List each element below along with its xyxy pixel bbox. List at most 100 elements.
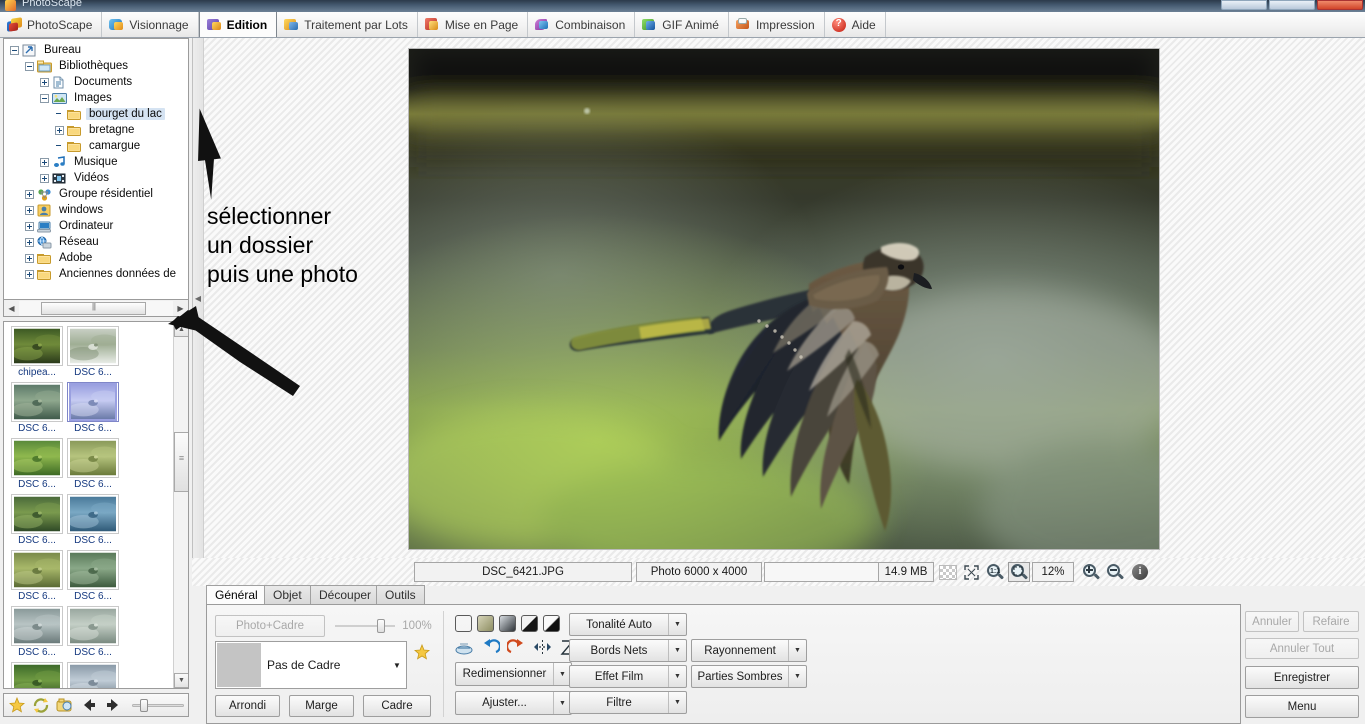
tab-general[interactable]: Général [206, 585, 267, 605]
tree-node[interactable]: bretagne [4, 122, 188, 138]
camera-icon[interactable] [56, 696, 74, 714]
tree-node[interactable]: Adobe [4, 250, 188, 266]
chevron-down-icon[interactable]: ▼ [669, 692, 686, 713]
tab-outils[interactable]: Outils [376, 585, 425, 605]
thumbnail-item[interactable]: DSC 6... [11, 606, 63, 658]
thumbnail-size-slider[interactable] [132, 698, 184, 712]
chevron-down-icon[interactable]: ▼ [669, 614, 686, 635]
tree-node[interactable]: Anciennes données de [4, 266, 188, 282]
collapse-icon[interactable] [40, 93, 49, 103]
redimensionner-dropdown[interactable]: Redimensionner ▼ [455, 662, 572, 686]
expand-icon[interactable] [25, 253, 34, 263]
zoom-actual-icon[interactable]: 1:1 [984, 562, 1006, 582]
panel-splitter[interactable]: ◀ [193, 38, 204, 558]
thumbnail-item[interactable]: DSC 6... [11, 550, 63, 602]
collapse-icon[interactable] [25, 61, 34, 71]
thumbnail-item[interactable]: chipea... [11, 326, 63, 378]
tab-combinaison[interactable]: Combinaison [528, 12, 636, 37]
thumbnail-panel[interactable]: chipea... DSC 6... DSC 6... DSC 6... DSC 6..… [3, 321, 189, 689]
collapse-icon[interactable] [10, 45, 19, 55]
expand-icon[interactable] [25, 189, 34, 199]
previous-icon[interactable] [80, 696, 98, 714]
scroll-right-arrow[interactable]: ▶ [173, 301, 188, 316]
thumbnail-item[interactable]: DSC 6... [67, 438, 119, 490]
swatch-olive[interactable] [477, 615, 494, 632]
slider-knob[interactable] [140, 699, 148, 712]
arrondi-button[interactable]: Arrondi [215, 695, 280, 717]
undo-all-button[interactable]: Annuler Tout [1245, 638, 1359, 659]
undo-button[interactable]: Annuler [1245, 611, 1299, 632]
thumbnail-item[interactable]: DSC 6... [11, 662, 63, 688]
menu-button[interactable]: Menu [1245, 695, 1359, 718]
tab-decouper[interactable]: Découper [310, 585, 381, 605]
next-icon[interactable] [104, 696, 122, 714]
tree-node[interactable]: Groupe résidentiel [4, 186, 188, 202]
expand-icon[interactable] [25, 237, 34, 247]
frame-opacity-slider[interactable] [335, 618, 395, 634]
chevron-down-icon[interactable]: ▼ [789, 666, 806, 687]
tree-node[interactable]: Images [4, 90, 188, 106]
thumbnail-scrollbar[interactable]: ▲ ▼ [173, 322, 188, 688]
favorites-icon[interactable] [8, 696, 26, 714]
rayonnement-dropdown[interactable]: Rayonnement ▼ [691, 639, 807, 662]
tree-node[interactable]: Réseau [4, 234, 188, 250]
expand-icon[interactable] [25, 205, 34, 215]
parties-sombres-dropdown[interactable]: Parties Sombres ▼ [691, 665, 807, 688]
tab-objet[interactable]: Objet [264, 585, 311, 605]
tonalite-auto-dropdown[interactable]: Tonalité Auto ▼ [569, 613, 687, 636]
expand-icon[interactable] [40, 173, 49, 183]
chevron-down-icon[interactable]: ▼ [789, 640, 806, 661]
swatch-black-white[interactable] [543, 615, 560, 632]
thumbnail-item[interactable]: DSC 6... [67, 606, 119, 658]
save-button[interactable]: Enregistrer [1245, 666, 1359, 689]
swatch-sepia[interactable] [455, 615, 472, 632]
redo-button[interactable]: Refaire [1303, 611, 1359, 632]
thumbnail-item[interactable]: DSC 6... [11, 438, 63, 490]
marge-button[interactable]: Marge [289, 695, 354, 717]
window-controls[interactable] [1221, 0, 1363, 10]
tree-node[interactable]: bourget du lac [4, 106, 188, 122]
swatch-diagonal-split[interactable] [521, 615, 538, 632]
scroll-thumb[interactable] [41, 301, 146, 315]
photo-preview[interactable] [408, 48, 1160, 550]
thumb-scroll-down[interactable]: ▼ [174, 673, 188, 688]
thumbnail-item[interactable]: goelan... [67, 662, 119, 688]
rotate-left-icon[interactable] [481, 639, 502, 656]
transparency-icon[interactable] [937, 562, 959, 582]
expand-icon[interactable] [25, 269, 34, 279]
thumbnail-item[interactable]: DSC 6... [67, 494, 119, 546]
tab-aide[interactable]: ? Aide [825, 12, 886, 37]
expand-icon[interactable] [40, 157, 49, 167]
expand-icon[interactable] [40, 77, 49, 87]
minimize-button[interactable] [1221, 0, 1267, 10]
tab-impression[interactable]: Impression [729, 12, 825, 37]
tree-node[interactable]: Bureau [4, 42, 188, 58]
tree-node[interactable]: camargue [4, 138, 188, 154]
tab-visionnage[interactable]: Visionnage [102, 12, 199, 37]
thumbnail-item[interactable]: DSC 6... [67, 382, 119, 434]
close-button[interactable] [1317, 0, 1363, 10]
zoom-fit-icon[interactable] [1008, 562, 1030, 582]
chevron-down-icon[interactable]: ▼ [388, 661, 406, 670]
chevron-down-icon[interactable]: ▼ [669, 640, 686, 661]
maximize-button[interactable] [1269, 0, 1315, 10]
info-icon[interactable]: i [1129, 562, 1151, 582]
rotate-icon[interactable] [32, 696, 50, 714]
thumbnail-item[interactable]: DSC 6... [67, 326, 119, 378]
rotate-right-icon[interactable] [505, 639, 526, 656]
folder-tree[interactable]: Bureau Bibliothèques Documents Images bourge… [3, 38, 189, 300]
effet-film-dropdown[interactable]: Effet Film ▼ [569, 665, 687, 688]
scroll-left-arrow[interactable]: ◀ [4, 301, 19, 316]
tab-edition[interactable]: Edition [198, 12, 278, 37]
thumbnail-item[interactable]: DSC 6... [11, 382, 63, 434]
tab-mise-en-page[interactable]: Mise en Page [418, 12, 529, 37]
slider-knob[interactable] [377, 619, 385, 633]
photo-cadre-button[interactable]: Photo+Cadre [215, 615, 325, 637]
tree-node[interactable]: Ordinateur [4, 218, 188, 234]
scroll-track[interactable] [19, 300, 173, 316]
tree-node[interactable]: Bibliothèques [4, 58, 188, 74]
zoom-in-icon[interactable] [1080, 562, 1102, 582]
thumb-scroll-thumb[interactable] [174, 432, 188, 492]
flip-horizontal-icon[interactable] [533, 639, 552, 656]
zoom-out-icon[interactable] [1104, 562, 1126, 582]
